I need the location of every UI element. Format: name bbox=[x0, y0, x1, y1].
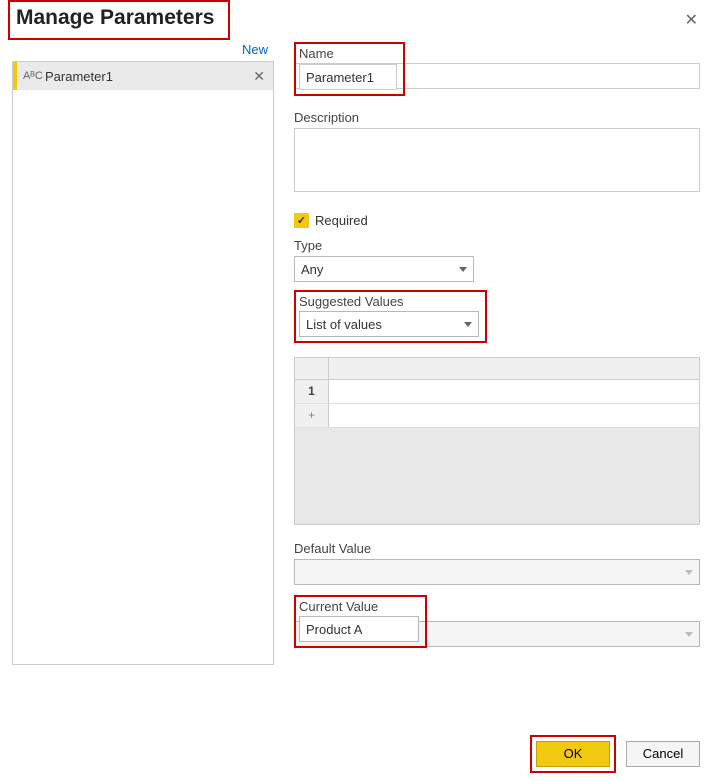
required-label: Required bbox=[315, 213, 368, 228]
grid-row[interactable]: 1 bbox=[295, 380, 699, 404]
parameter-list: AᴮC Parameter1 ✕ bbox=[12, 61, 274, 665]
close-icon[interactable]: ✕ bbox=[681, 6, 702, 34]
current-value-label: Current Value bbox=[299, 599, 419, 614]
current-value-dropdown-hl[interactable]: Product A bbox=[299, 616, 419, 642]
dialog-footer: OK Cancel bbox=[530, 735, 700, 773]
chevron-down-icon bbox=[459, 267, 467, 272]
parameter-row[interactable]: AᴮC Parameter1 ✕ bbox=[13, 62, 273, 90]
grid-add-icon: + bbox=[295, 404, 329, 427]
name-label: Name bbox=[299, 46, 397, 61]
name-input-hl[interactable] bbox=[299, 64, 397, 90]
default-value-label: Default Value bbox=[294, 541, 700, 556]
grid-add-row[interactable]: + bbox=[295, 404, 699, 428]
selection-strip bbox=[13, 62, 17, 90]
suggested-values-value: List of values bbox=[306, 317, 382, 332]
grid-column-header bbox=[329, 358, 699, 379]
text-type-icon: AᴮC bbox=[23, 70, 45, 82]
dialog-title: Manage Parameters bbox=[12, 2, 222, 36]
chevron-down-icon bbox=[464, 322, 472, 327]
ok-button[interactable]: OK bbox=[536, 741, 610, 767]
type-dropdown[interactable]: Any bbox=[294, 256, 474, 282]
grid-corner bbox=[295, 358, 329, 379]
suggested-values-label: Suggested Values bbox=[299, 294, 479, 309]
parameter-form: Name Description ✓ Required Type Any Sug… bbox=[294, 40, 700, 665]
suggested-values-dropdown[interactable]: List of values bbox=[299, 311, 479, 337]
parameter-list-pane: New AᴮC Parameter1 ✕ bbox=[12, 40, 274, 665]
chevron-down-icon bbox=[685, 570, 693, 575]
current-value-text: Product A bbox=[306, 622, 362, 637]
grid-row-index: 1 bbox=[295, 380, 329, 403]
type-label: Type bbox=[294, 238, 700, 253]
grid-cell[interactable] bbox=[329, 404, 699, 427]
parameter-row-label: Parameter1 bbox=[45, 69, 251, 84]
dialog-title-highlight: Manage Parameters bbox=[8, 0, 230, 40]
cancel-button[interactable]: Cancel bbox=[626, 741, 700, 767]
values-grid: 1 + bbox=[294, 357, 700, 525]
delete-parameter-icon[interactable]: ✕ bbox=[251, 68, 267, 85]
chevron-down-icon bbox=[685, 632, 693, 637]
description-label: Description bbox=[294, 110, 700, 125]
default-value-dropdown[interactable] bbox=[294, 559, 700, 585]
required-checkbox[interactable]: ✓ bbox=[294, 213, 309, 228]
description-input[interactable] bbox=[294, 128, 700, 192]
type-value: Any bbox=[301, 262, 323, 277]
new-parameter-link[interactable]: New bbox=[12, 40, 274, 61]
grid-cell[interactable] bbox=[329, 380, 699, 403]
